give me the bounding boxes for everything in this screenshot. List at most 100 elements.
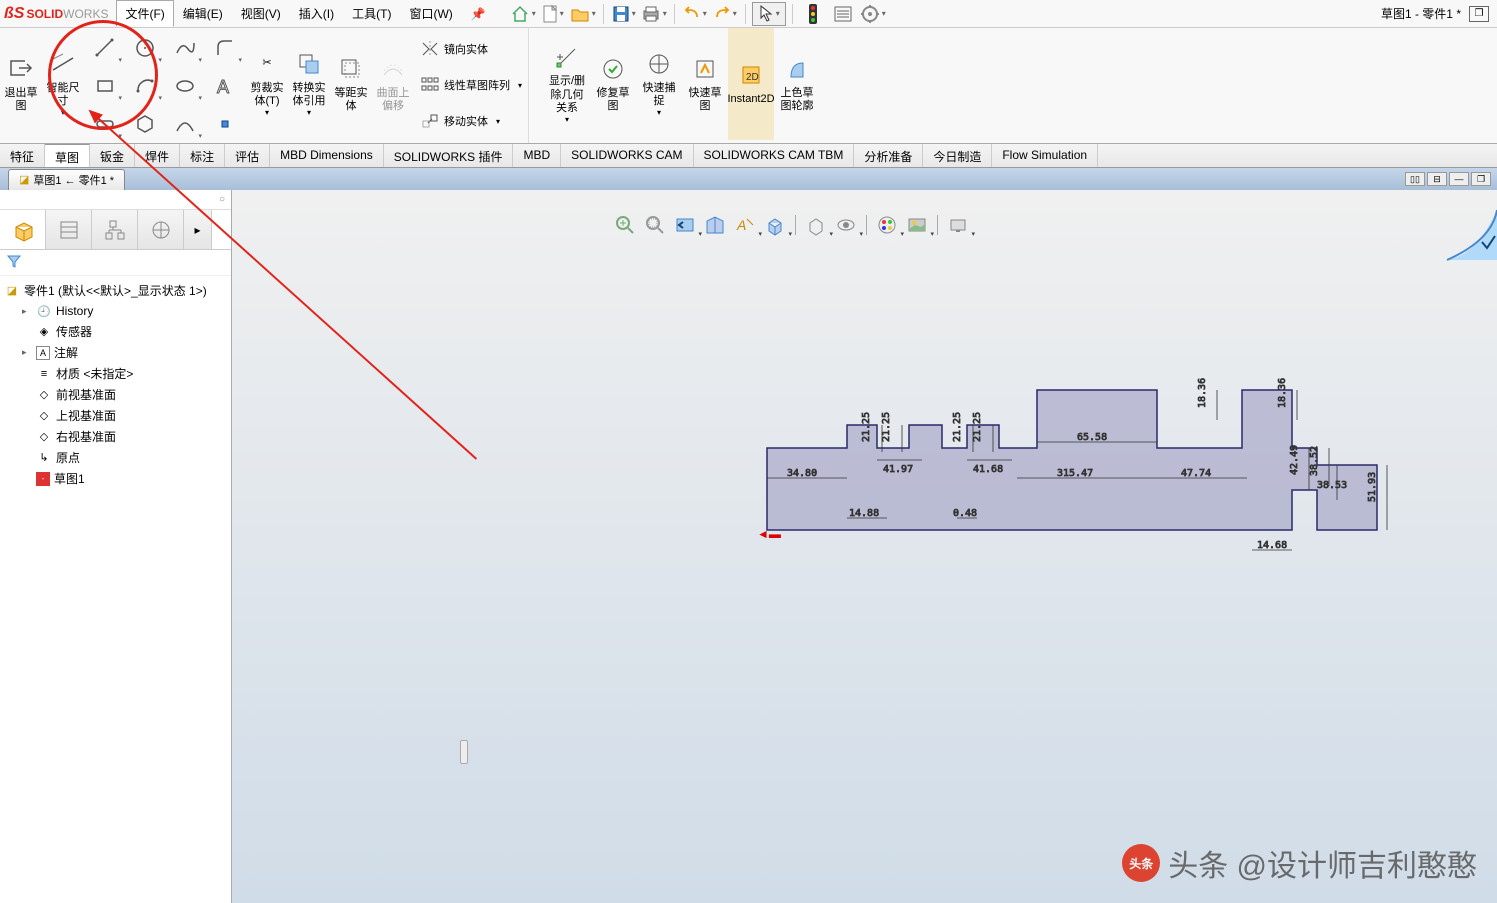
ribbon-tab-mbd[interactable]: MBD [513, 144, 561, 167]
tree-history[interactable]: ▸🕘History [2, 301, 229, 321]
zoom-area-button[interactable] [642, 212, 668, 238]
property-manager-tab[interactable] [46, 210, 92, 249]
tile-h-button[interactable]: ▯▯ [1405, 172, 1425, 186]
menu-view[interactable]: 视图(V) [232, 0, 290, 27]
tree-right-plane[interactable]: ◇右视基准面 [2, 426, 229, 447]
select-button[interactable]: ▾ [752, 2, 786, 26]
convert-entities-button[interactable]: 转换实体引用▾ [288, 28, 330, 140]
list-icon[interactable] [829, 2, 857, 26]
ribbon-tab-markup[interactable]: 标注 [180, 144, 225, 167]
graphics-area[interactable]: ▾ A▾ ▾ ▾ ▾ ▾ ▾ ▾ ◄▬ [232, 190, 1497, 903]
section-view-button[interactable] [702, 212, 728, 238]
shaded-contour-button[interactable]: 上色草图轮廓 [774, 28, 820, 140]
rectangle-tool[interactable]: ▾ [86, 68, 124, 104]
tile-v-button[interactable]: ⊟ [1427, 172, 1447, 186]
origin-icon: ↳ [36, 450, 52, 466]
point-tool[interactable] [206, 106, 244, 142]
maximize-button[interactable]: ❐ [1469, 6, 1489, 22]
arc-tool[interactable]: ▾ [126, 68, 164, 104]
display-relations-button[interactable]: 显示/删除几何关系▾ [544, 28, 590, 140]
menu-pin[interactable]: 📌 [462, 2, 495, 26]
print-button[interactable]: ▾ [640, 2, 668, 26]
ribbon-tab-cam[interactable]: SOLIDWORKS CAM [561, 144, 693, 167]
exit-sketch-button[interactable]: 退出草图 [0, 28, 42, 140]
tree-sensors[interactable]: ◈传感器 [2, 321, 229, 342]
mirror-entities-button[interactable]: 镜向实体 [416, 32, 526, 66]
previous-view-button[interactable]: ▾ [672, 212, 698, 238]
ribbon-tab-sketch[interactable]: 草图 [45, 144, 90, 167]
slot-tool[interactable]: ▾ [86, 106, 124, 142]
document-tab[interactable]: ◪ 草图1 ← 零件1 * [8, 169, 125, 190]
ribbon-tab-today[interactable]: 今日制造 [923, 144, 992, 167]
ribbon-tab-addins[interactable]: SOLIDWORKS 插件 [384, 144, 514, 167]
repair-sketch-button[interactable]: 修复草图 [590, 28, 636, 140]
menu-insert[interactable]: 插入(I) [290, 0, 343, 27]
polygon-tool[interactable] [126, 106, 164, 142]
text-tool[interactable]: A [206, 68, 244, 104]
fillet-tool[interactable]: ▾ [206, 30, 244, 66]
traffic-light-icon[interactable] [799, 2, 827, 26]
tree-material[interactable]: ≡材质 <未指定> [2, 363, 229, 384]
more-tabs[interactable]: ▸ [184, 210, 212, 249]
feature-tree-tab[interactable] [0, 210, 46, 249]
svg-text:2D: 2D [746, 72, 759, 83]
options-button[interactable]: ▾ [859, 2, 887, 26]
restore-button[interactable]: ❐ [1471, 172, 1491, 186]
ellipse-tool[interactable]: ▾ [166, 68, 204, 104]
tree-front-plane[interactable]: ◇前视基准面 [2, 384, 229, 405]
tree-top-plane[interactable]: ◇上视基准面 [2, 405, 229, 426]
line-tool[interactable]: ▾ [86, 30, 124, 66]
new-button[interactable]: ▾ [539, 2, 567, 26]
menu-window[interactable]: 窗口(W) [400, 0, 461, 27]
tree-root[interactable]: ◪ 零件1 (默认<<默认>_显示状态 1>) [2, 280, 229, 301]
ribbon-tab-features[interactable]: 特征 [0, 144, 45, 167]
smart-dimension-button[interactable]: 智能尺寸 ▾ [42, 28, 84, 140]
linear-pattern-button[interactable]: 线性草图阵列▾ [416, 68, 526, 102]
apply-scene-button[interactable]: ▾ [904, 212, 930, 238]
circle-tool[interactable]: ▾ [126, 30, 164, 66]
tree-sketch1[interactable]: -草图1 [2, 468, 229, 489]
open-button[interactable]: ▾ [569, 2, 597, 26]
ribbon-tab-mbddim[interactable]: MBD Dimensions [270, 144, 384, 167]
view-settings-button[interactable]: ▾ [945, 212, 971, 238]
menu-tools[interactable]: 工具(T) [343, 0, 400, 27]
confirmation-corner[interactable] [1447, 210, 1497, 260]
rapid-sketch-button[interactable]: 快速草图 [682, 28, 728, 140]
save-button[interactable]: ▾ [610, 2, 638, 26]
tree-origin[interactable]: ↳原点 [2, 447, 229, 468]
ribbon-tab-analysis[interactable]: 分析准备 [854, 144, 923, 167]
menu-edit[interactable]: 编辑(E) [174, 0, 232, 27]
conic-tool[interactable]: ▾ [166, 106, 204, 142]
quick-snap-button[interactable]: 快速捕捉▾ [636, 28, 682, 140]
home-button[interactable]: ▾ [509, 2, 537, 26]
undo-button[interactable]: ▾ [681, 2, 709, 26]
tree-annotations[interactable]: ▸A注解 [2, 342, 229, 363]
dimxpert-tab[interactable] [138, 210, 184, 249]
redo-button[interactable]: ▾ [711, 2, 739, 26]
config-manager-tab[interactable] [92, 210, 138, 249]
spline-tool[interactable]: ▾ [166, 30, 204, 66]
menu-file[interactable]: 文件(F) [116, 0, 173, 27]
dynamic-annotation-button[interactable]: A▾ [732, 212, 758, 238]
minimize-button[interactable]: — [1449, 172, 1469, 186]
filter-icon[interactable] [6, 253, 22, 272]
display-style-button[interactable]: ▾ [803, 212, 829, 238]
ribbon-tab-evaluate[interactable]: 评估 [225, 144, 270, 167]
offset-entities-button[interactable]: 等距实体 [330, 28, 372, 140]
edit-appearance-button[interactable]: ▾ [874, 212, 900, 238]
zoom-fit-button[interactable] [612, 212, 638, 238]
panel-splitter[interactable] [460, 740, 468, 764]
pin-icon[interactable]: ○ [219, 194, 225, 205]
view-orientation-button[interactable]: ▾ [762, 212, 788, 238]
trim-button[interactable]: ✂剪裁实体(T)▾ [246, 28, 288, 140]
sketch-icon: - [36, 472, 50, 486]
ribbon-tab-sheetmetal[interactable]: 钣金 [90, 144, 135, 167]
sketch-drawing: ◄▬ 34.80 14.88 0.48 41.97 21.25 21.25 41… [757, 360, 1397, 580]
hide-show-button[interactable]: ▾ [833, 212, 859, 238]
ribbon-tab-flowsim[interactable]: Flow Simulation [992, 144, 1098, 167]
ribbon-tab-weldments[interactable]: 焊件 [135, 144, 180, 167]
ribbon-tab-camtbm[interactable]: SOLIDWORKS CAM TBM [694, 144, 855, 167]
move-entities-button[interactable]: 移动实体▾ [416, 104, 526, 138]
relations-icon [553, 43, 581, 71]
instant2d-button[interactable]: 2DInstant2D [728, 28, 774, 140]
